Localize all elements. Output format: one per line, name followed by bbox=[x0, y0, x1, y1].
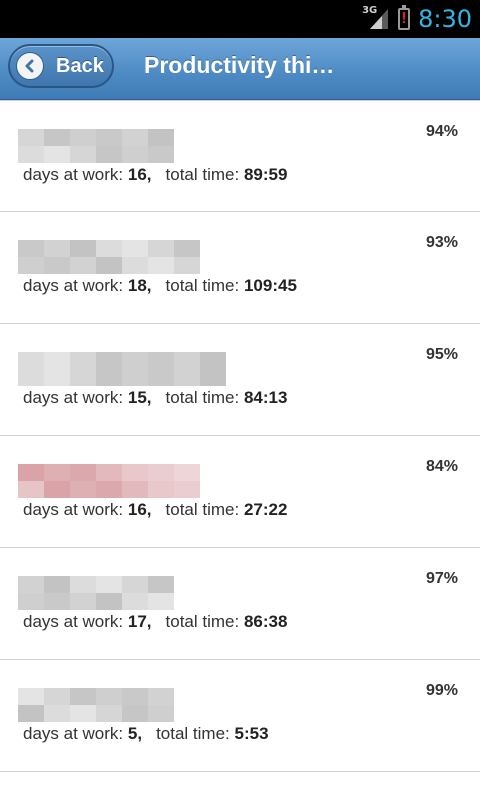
total-time-value: 89:59 bbox=[243, 165, 288, 184]
days-at-work-label: days at work: bbox=[23, 500, 124, 519]
work-stats: days at work: 15, total time: 84:13 bbox=[23, 388, 287, 408]
total-time-value: 84:13 bbox=[243, 388, 288, 407]
name-redacted bbox=[18, 576, 174, 610]
name-redacted bbox=[18, 352, 226, 386]
days-at-work-value: 16, bbox=[127, 500, 152, 519]
page-title: Productivity thi… bbox=[144, 52, 334, 78]
days-at-work-value: 15, bbox=[127, 388, 152, 407]
list-item[interactable]: 84% days at work: 16, total time: 27:22 bbox=[0, 436, 480, 548]
days-at-work-label: days at work: bbox=[23, 612, 124, 631]
days-at-work-label: days at work: bbox=[23, 724, 124, 743]
list-item[interactable]: 97% days at work: 17, total time: 86:38 bbox=[0, 548, 480, 660]
status-bar: 3G ! 8:30 bbox=[0, 0, 480, 38]
days-at-work-label: days at work: bbox=[23, 276, 124, 295]
battery-alert-icon: ! bbox=[398, 5, 411, 30]
list-item[interactable]: 99% days at work: 5, total time: 5:53 bbox=[0, 660, 480, 772]
name-redacted bbox=[18, 240, 200, 274]
productivity-percent: 95% bbox=[425, 346, 458, 363]
total-time-label: total time: bbox=[165, 276, 240, 295]
work-stats: days at work: 16, total time: 27:22 bbox=[23, 500, 287, 520]
total-time-value: 5:53 bbox=[234, 724, 269, 743]
signal-icon: 3G bbox=[362, 5, 390, 31]
list-item[interactable]: 93% days at work: 18, total time: 109:45 bbox=[0, 212, 480, 324]
days-at-work-value: 18, bbox=[127, 276, 152, 295]
work-stats: days at work: 18, total time: 109:45 bbox=[23, 276, 297, 296]
days-at-work-value: 17, bbox=[127, 612, 152, 631]
total-time-value: 27:22 bbox=[243, 500, 288, 519]
work-stats: days at work: 17, total time: 86:38 bbox=[23, 612, 287, 632]
work-stats: days at work: 5, total time: 5:53 bbox=[23, 724, 269, 744]
list-item[interactable]: 95% days at work: 15, total time: 84:13 bbox=[0, 324, 480, 436]
productivity-percent: 97% bbox=[425, 570, 458, 587]
total-time-label: total time: bbox=[156, 724, 230, 743]
total-time-label: total time: bbox=[165, 500, 240, 519]
days-at-work-value: 16, bbox=[127, 165, 152, 184]
productivity-percent: 84% bbox=[425, 458, 458, 475]
productivity-list: 94% days at work: 16, total time: 89:59 93%… bbox=[0, 100, 480, 772]
app-header: Back Productivity thi… bbox=[0, 38, 480, 100]
days-at-work-value: 5, bbox=[127, 724, 143, 743]
back-button[interactable]: Back bbox=[8, 44, 114, 88]
total-time-value: 109:45 bbox=[243, 276, 297, 295]
total-time-label: total time: bbox=[165, 388, 240, 407]
days-at-work-label: days at work: bbox=[23, 388, 124, 407]
status-icons: 3G ! 8:30 bbox=[362, 0, 472, 38]
productivity-percent: 93% bbox=[425, 234, 458, 251]
total-time-label: total time: bbox=[165, 612, 240, 631]
productivity-percent: 94% bbox=[425, 123, 458, 140]
clock: 8:30 bbox=[418, 5, 472, 33]
total-time-label: total time: bbox=[165, 165, 240, 184]
name-redacted bbox=[18, 129, 174, 163]
list-item[interactable]: 94% days at work: 16, total time: 89:59 bbox=[0, 100, 480, 212]
name-redacted bbox=[18, 688, 174, 722]
total-time-value: 86:38 bbox=[243, 612, 288, 631]
name-redacted bbox=[18, 464, 200, 498]
back-arrow-icon bbox=[16, 52, 44, 80]
days-at-work-label: days at work: bbox=[23, 165, 124, 184]
work-stats: days at work: 16, total time: 89:59 bbox=[23, 165, 287, 185]
productivity-percent: 99% bbox=[425, 682, 458, 699]
back-label: Back bbox=[56, 54, 104, 77]
